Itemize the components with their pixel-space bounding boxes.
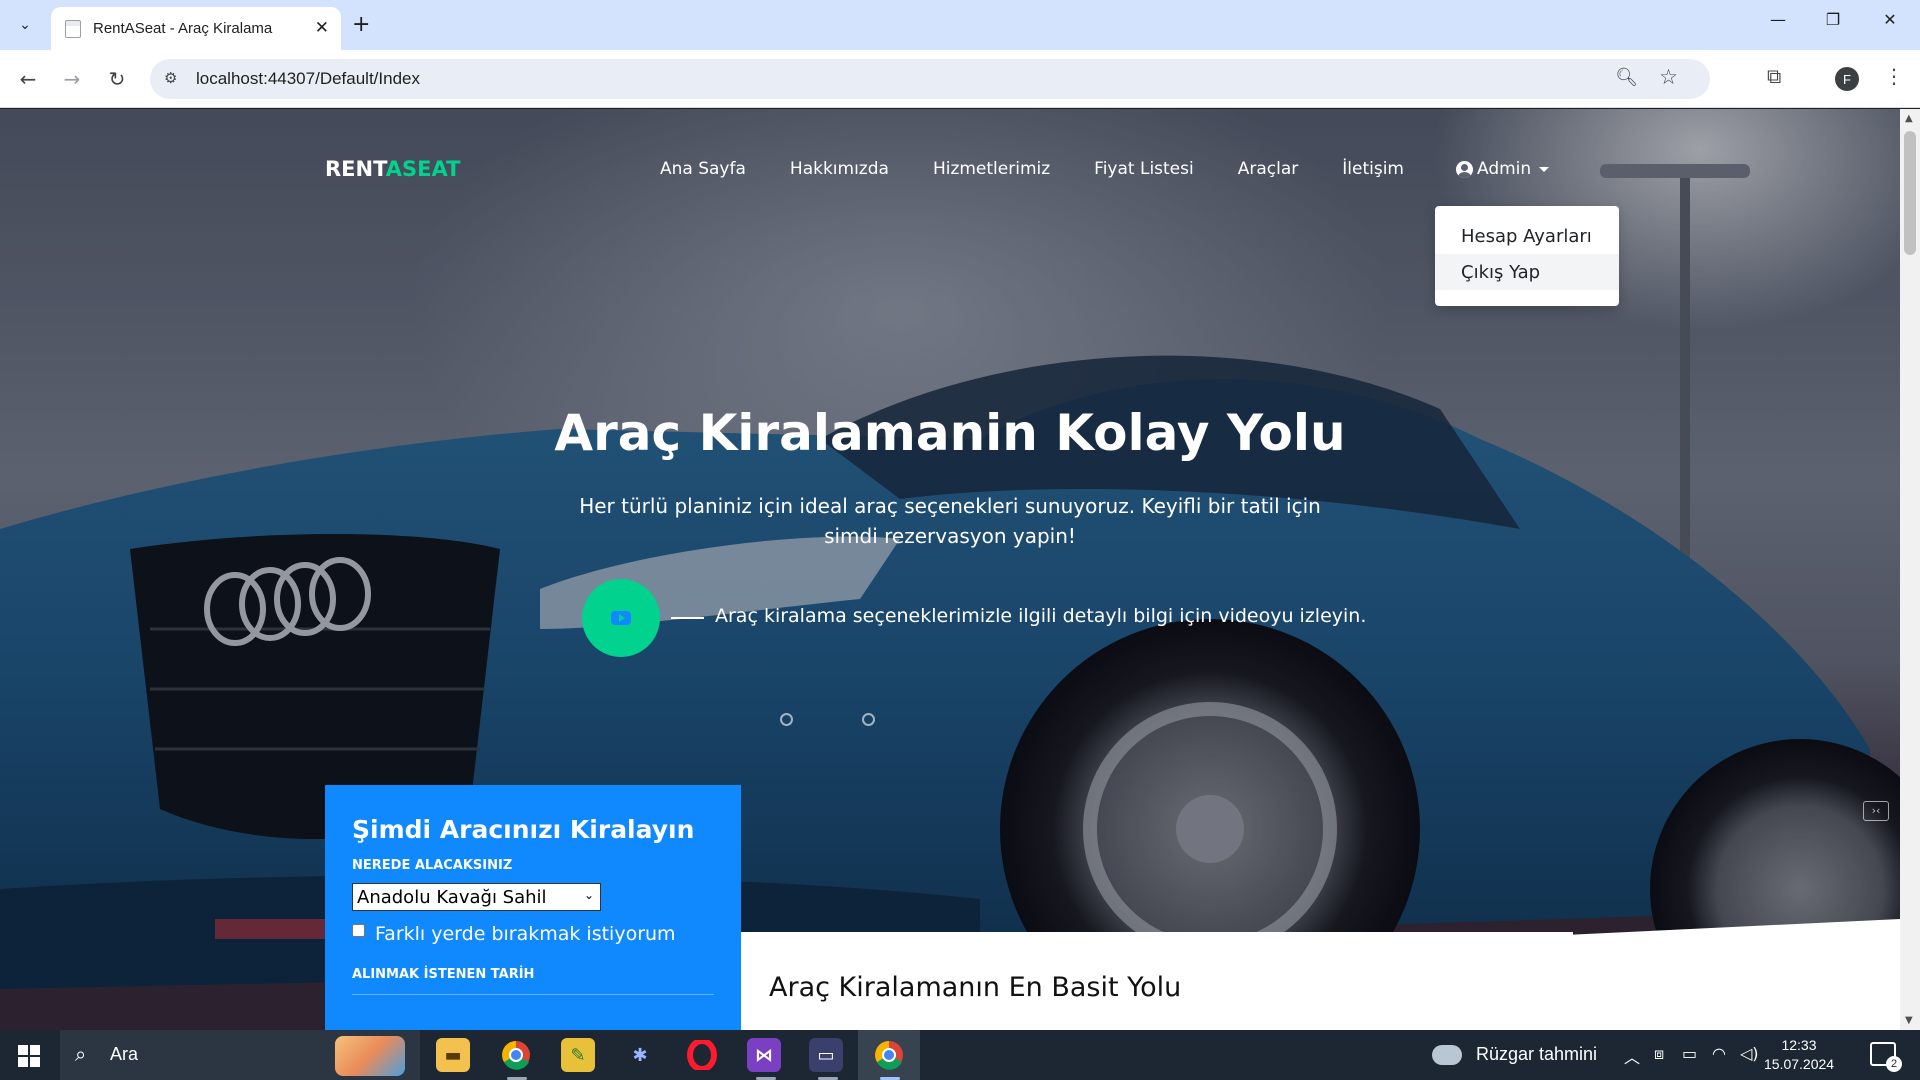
caret-down-icon	[1539, 166, 1550, 172]
nav-iletisim[interactable]: İletişim	[1342, 159, 1404, 179]
brand-accent: ASEAT	[385, 157, 461, 181]
nav-hakkimizda[interactable]: Hakkımızda	[790, 159, 889, 179]
admin-label: Admin	[1477, 159, 1532, 179]
section-title: Araç Kiralamanın En Basit Yolu	[769, 972, 1182, 1003]
tab-search-button[interactable]: ⌄	[10, 10, 40, 40]
scroll-down-icon[interactable]: ▼	[1905, 1015, 1913, 1026]
carousel-dot[interactable]	[780, 713, 793, 726]
pickup-date-input[interactable]	[352, 994, 714, 1014]
notification-badge: 2	[1886, 1056, 1902, 1072]
video-play-button[interactable]	[582, 579, 660, 657]
clock-time: 12:33	[1781, 1037, 1817, 1053]
pickup-location-select[interactable]: Anadolu Kavağı Sahil ⌄	[352, 883, 601, 911]
user-circle-icon	[1456, 160, 1473, 178]
tray-chevron-icon[interactable]: ︿	[1624, 1044, 1640, 1068]
chrome-icon[interactable]	[499, 1038, 533, 1072]
volume-icon[interactable]: ◁)	[1740, 1044, 1759, 1063]
taskbar-search-text: Ara	[110, 1044, 139, 1064]
browser-toolbar: ← → ↻ ⚙ localhost:44307/Default/Index 🔍︎…	[0, 50, 1920, 108]
tab-title: RentASeat - Araç Kiralama	[93, 20, 273, 37]
section-divider-shape	[1573, 919, 1900, 1030]
collapse-icon[interactable]: ›‹	[1863, 801, 1889, 821]
paint-app-icon[interactable]: ✱	[623, 1038, 657, 1072]
booking-title: Şimdi Aracınızı Kiralayın	[352, 815, 695, 844]
intro-card: Araç Kiralamanın En Basit Yolu	[741, 932, 1573, 1030]
page-scrollbar[interactable]: ▲ ▼	[1900, 109, 1920, 1030]
chrome-profile-icon[interactable]	[872, 1038, 906, 1072]
video-caption: Araç kiralama seçeneklerimizle ilgili de…	[715, 605, 1367, 627]
reload-icon[interactable]: ↻	[102, 64, 132, 94]
windows-taskbar: ⌕ Ara ▬ ✎ ✱ ⋈ ▭ Rüzgar tahmini ︿ ⧈ ▭ ◠ ◁…	[0, 1030, 1920, 1080]
file-explorer-icon[interactable]: ▬	[436, 1038, 470, 1072]
youtube-icon	[611, 611, 631, 625]
meet-icon[interactable]: ⧈	[1654, 1044, 1664, 1064]
url-text[interactable]: localhost:44307/Default/Index	[196, 69, 420, 89]
site-info-icon[interactable]: ⚙	[164, 69, 177, 87]
windows-start-icon[interactable]	[18, 1045, 40, 1067]
dropdown-cikis-yap[interactable]: Çıkış Yap	[1435, 254, 1619, 290]
bookmark-star-icon[interactable]: ☆	[1659, 65, 1678, 89]
chevron-down-icon: ⌄	[583, 888, 594, 902]
wifi-icon[interactable]: ◠	[1712, 1044, 1726, 1063]
notification-icon[interactable]: 2	[1870, 1042, 1902, 1072]
battery-icon[interactable]: ▭	[1682, 1044, 1697, 1063]
main-nav: Ana Sayfa Hakkımızda Hizmetlerimiz Fiyat…	[660, 159, 1448, 179]
hero-subtitle: Her türlü planiniz için ideal araç seçen…	[579, 494, 1321, 548]
search-icon: ⌕	[75, 1042, 87, 1066]
forward-icon[interactable]: →	[57, 64, 87, 94]
wind-icon	[1432, 1044, 1462, 1065]
hero-title: Araç Kiralamanin Kolay Yolu	[554, 404, 1346, 462]
pickup-label: NEREDE ALACAKSINIZ	[352, 858, 513, 873]
visual-studio-icon[interactable]: ⋈	[747, 1038, 781, 1072]
page-viewport: RENTASEAT Ana Sayfa Hakkımızda Hizmetler…	[0, 109, 1900, 1030]
search-highlight-image	[335, 1036, 405, 1076]
clock-date: 15.07.2024	[1764, 1056, 1835, 1072]
pickup-selected-value: Anadolu Kavağı Sahil	[357, 886, 547, 908]
browser-tab-active[interactable]: RentASeat - Araç Kiralama ✕	[51, 7, 341, 50]
scroll-up-icon[interactable]: ▲	[1905, 113, 1913, 124]
page-favicon-icon	[65, 19, 81, 38]
new-tab-button[interactable]: +	[352, 12, 370, 37]
video-divider	[671, 617, 704, 619]
zoom-icon[interactable]: 🔍︎	[1615, 67, 1638, 88]
browser-menu-icon[interactable]: ⋮	[1884, 64, 1904, 88]
different-dropoff-checkbox[interactable]	[352, 923, 365, 937]
weather-text: Rüzgar tahmini	[1476, 1044, 1598, 1064]
system-clock[interactable]: 12:33 15.07.2024	[1764, 1036, 1834, 1074]
nav-ana-sayfa[interactable]: Ana Sayfa	[660, 159, 746, 179]
carousel-dot[interactable]	[862, 713, 875, 726]
different-dropoff-checkbox-row[interactable]: Farklı yerde bırakmak istiyorum	[352, 923, 714, 945]
restore-icon[interactable]: ❐	[1813, 10, 1853, 29]
nav-araclar[interactable]: Araçlar	[1238, 159, 1299, 179]
window-close-icon[interactable]: ✕	[1870, 10, 1910, 29]
address-bar[interactable]: ⚙ localhost:44307/Default/Index 🔍︎ ☆	[150, 59, 1710, 99]
dropdown-hesap-ayarlari[interactable]: Hesap Ayarları	[1435, 218, 1619, 254]
back-icon[interactable]: ←	[13, 64, 43, 94]
admin-dropdown-menu: Hesap Ayarları Çıkış Yap	[1435, 206, 1619, 306]
brand-main: RENT	[325, 157, 386, 181]
nav-hizmetlerimiz[interactable]: Hizmetlerimiz	[933, 159, 1050, 179]
scroll-thumb[interactable]	[1904, 131, 1916, 255]
nav-fiyat-listesi[interactable]: Fiyat Listesi	[1094, 159, 1194, 179]
booking-form: Şimdi Aracınızı Kiralayın NEREDE ALACAKS…	[325, 785, 741, 1030]
brand-logo[interactable]: RENTASEAT	[325, 157, 460, 181]
weather-widget[interactable]: Rüzgar tahmini	[1432, 1044, 1597, 1065]
profile-avatar[interactable]: F	[1835, 67, 1859, 91]
minimize-icon[interactable]: —	[1758, 10, 1798, 29]
tool-app-icon[interactable]: ✎	[561, 1038, 595, 1072]
different-dropoff-label: Farklı yerde bırakmak istiyorum	[375, 923, 676, 945]
opera-icon[interactable]	[685, 1038, 719, 1072]
admin-menu-toggle[interactable]: Admin	[1456, 159, 1550, 179]
extensions-icon[interactable]: ⧉	[1767, 64, 1781, 88]
browser-tabstrip: ⌄ RentASeat - Araç Kiralama ✕ + — ❐ ✕	[0, 0, 1920, 50]
terminal-icon[interactable]: ▭	[809, 1038, 843, 1072]
pickup-date-label: ALINMAK İSTENEN TARİH	[352, 967, 535, 982]
taskbar-search[interactable]: ⌕ Ara	[60, 1030, 420, 1080]
tab-close-icon[interactable]: ✕	[315, 18, 329, 38]
